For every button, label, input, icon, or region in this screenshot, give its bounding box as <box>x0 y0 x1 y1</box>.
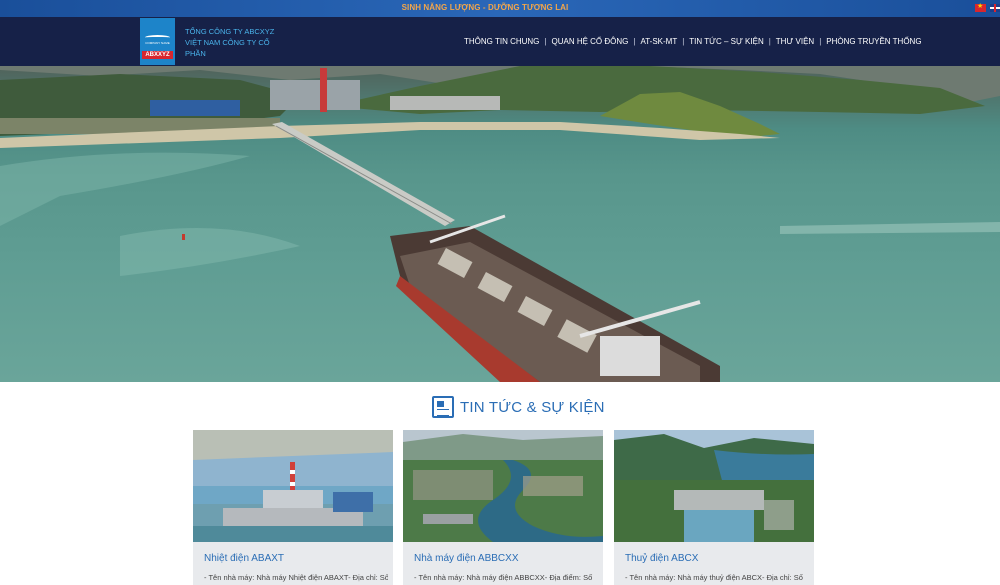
company-logo[interactable]: COMPANY NAME ABXXYZ <box>140 18 175 65</box>
slogan: SINH NĂNG LƯỢNG - DƯỠNG TƯƠNG LAI <box>401 3 569 12</box>
news-card-title[interactable]: Nhà máy điện ABBCXX <box>414 553 519 564</box>
news-card-desc: - Tên nhà máy: Nhà máy điện ABBCXX- Địa … <box>414 573 593 582</box>
news-card[interactable]: Nhiệt điện ABAXT - Tên nhà máy: Nhà máy … <box>193 430 393 585</box>
news-card-desc: - Tên nhà máy: Nhà máy Nhiệt điện ABAXT-… <box>204 573 388 582</box>
company-name[interactable]: TỔNG CÔNG TY ABCXYZ VIỆT NAM CÔNG TY CỔ … <box>185 26 275 59</box>
site-header: COMPANY NAME ABXXYZ TỔNG CÔNG TY ABCXYZ … <box>0 17 1000 66</box>
nav-item-shareholders[interactable]: QUAN HỆ CỔ ĐÔNG <box>551 37 628 46</box>
company-name-line: TỔNG CÔNG TY ABCXYZ <box>185 27 275 36</box>
river-valley-power-plant-photo[interactable] <box>403 430 603 542</box>
nav-item-library[interactable]: THƯ VIỆN <box>776 37 814 46</box>
newspaper-icon <box>432 396 454 418</box>
news-card-title[interactable]: Thuỷ điện ABCX <box>625 553 698 564</box>
company-name-line: PHẦN <box>185 49 206 58</box>
news-section-title: TIN TỨC & SỰ KIỆN <box>432 396 605 418</box>
news-card[interactable]: Nhà máy điện ABBCXX - Tên nhà máy: Nhà m… <box>403 430 603 585</box>
nav-separator: | <box>544 37 547 46</box>
nav-item-general-info[interactable]: THÔNG TIN CHUNG <box>464 37 539 46</box>
english-flag-icon[interactable] <box>990 4 1000 12</box>
nav-separator: | <box>633 37 636 46</box>
nav-item-safety[interactable]: AT-SK-MT <box>640 37 677 46</box>
nav-separator: | <box>819 37 822 46</box>
logo-name: ABXXYZ <box>142 51 173 59</box>
news-card-title[interactable]: Nhiệt điện ABAXT <box>204 553 284 564</box>
news-card[interactable]: Thuỷ điện ABCX - Tên nhà máy: Nhà máy th… <box>614 430 814 585</box>
main-nav: THÔNG TIN CHUNG | QUAN HỆ CỔ ĐÔNG | AT-S… <box>464 37 922 46</box>
company-name-line: VIỆT NAM CÔNG TY CỔ <box>185 38 270 47</box>
section-heading: TIN TỨC & SỰ KIỆN <box>460 398 605 416</box>
news-card-desc: - Tên nhà máy: Nhà máy thuỷ điện ABCX- Đ… <box>625 573 803 582</box>
nav-separator: | <box>682 37 685 46</box>
logo-wave-icon <box>145 35 170 40</box>
top-bar: SINH NĂNG LƯỢNG - DƯỠNG TƯƠNG LAI <box>0 0 1000 17</box>
nav-item-news[interactable]: TIN TỨC – SỰ KIỆN <box>689 37 763 46</box>
logo-tagline: COMPANY NAME <box>145 41 170 45</box>
thermal-power-plant-photo[interactable] <box>193 430 393 542</box>
hero-photo <box>0 66 1000 382</box>
vietnamese-flag-icon[interactable] <box>975 2 986 12</box>
nav-separator: | <box>768 37 771 46</box>
hydro-dam-photo[interactable] <box>614 430 814 542</box>
hero-banner <box>0 66 1000 382</box>
nav-item-tradition-room[interactable]: PHÒNG TRUYỀN THỐNG <box>826 37 921 46</box>
